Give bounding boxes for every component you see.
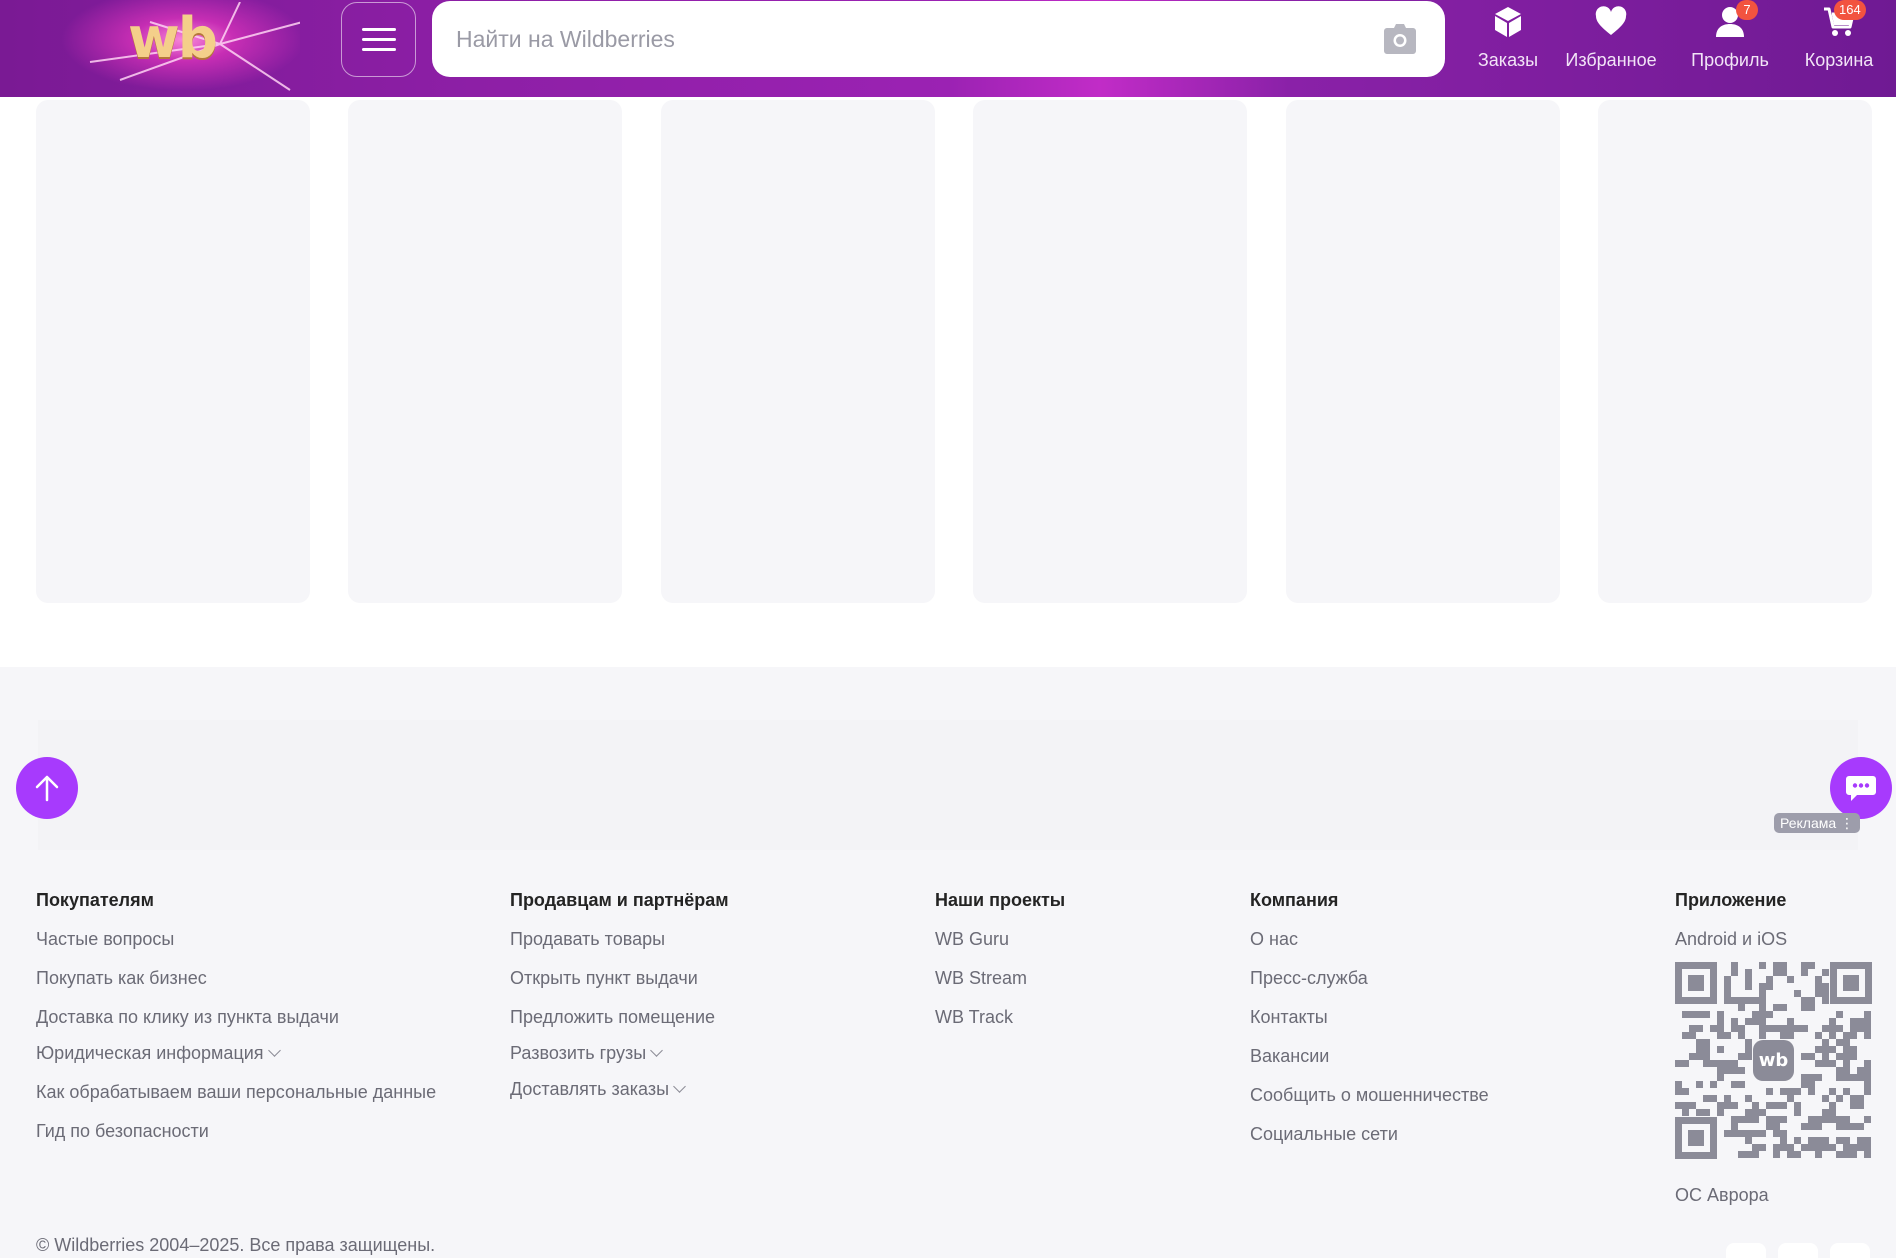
footer-link-label: Доставлять заказы [510,1079,670,1099]
footer-link[interactable]: Доставка по клику из пункта выдачи [36,1005,436,1029]
qr-code[interactable]: wb [1675,962,1872,1159]
search-input[interactable] [456,19,1356,59]
chevron-down-icon [673,1080,686,1093]
product-card-placeholder [661,100,935,603]
footer-link[interactable]: Вакансии [1250,1044,1489,1068]
chat-button[interactable] [1830,757,1892,819]
footer-link[interactable]: WB Stream [935,966,1065,990]
footer-dropdown-link[interactable]: Развозить грузы [510,1041,729,1065]
social-button[interactable] [1726,1243,1766,1258]
ad-label[interactable]: Реклама ⋮ [1774,813,1861,833]
social-button[interactable] [1778,1243,1818,1258]
ad-banner-placeholder [38,720,1858,850]
nav-orders[interactable]: Заказы [1468,6,1548,76]
footer-link[interactable]: WB Track [935,1005,1065,1029]
search-bar [432,1,1445,77]
footer-link[interactable]: Как обрабатываем ваши персональные данны… [36,1080,436,1104]
nav-favorites-label: Избранное [1565,50,1657,70]
app-platforms-link[interactable]: Android и iOS [1675,927,1787,951]
footer-col-title: Компания [1250,890,1339,910]
footer-col-title: Покупателям [36,890,154,910]
profile-badge: 7 [1736,0,1758,20]
social-button[interactable] [1830,1243,1870,1258]
footer-col-title: Продавцам и партнёрам [510,890,729,910]
footer-col-sellers: Продавцам и партнёрам Продавать товары О… [510,888,729,1101]
burger-line [361,28,396,31]
footer-link[interactable]: Покупать как бизнес [36,966,436,990]
nav-cart-label: Корзина [1804,50,1874,70]
footer-link[interactable]: Частые вопросы [36,927,436,951]
scroll-to-top-button[interactable] [16,757,78,819]
wildberries-logo[interactable]: wb [128,4,218,74]
menu-button[interactable] [341,2,416,77]
cart-badge: 164 [1834,0,1866,20]
footer-col-projects: Наши проекты WB Guru WB Stream WB Track [935,888,1065,1029]
footer-link[interactable]: Сообщить о мошенничестве [1250,1083,1489,1107]
footer-link[interactable]: О нас [1250,927,1489,951]
product-card-placeholder [348,100,622,603]
qr-logo: wb [1759,1050,1789,1071]
footer-link-label: Развозить грузы [510,1043,647,1063]
site-header: wb Заказы Избранное 7 Профиль [0,0,1896,97]
footer-link[interactable]: Контакты [1250,1005,1489,1029]
footer-link[interactable]: Продавать товары [510,927,729,951]
camera-icon[interactable] [1383,23,1417,55]
footer-col-company: Компания О нас Пресс-служба Контакты Вак… [1250,888,1489,1146]
footer-link[interactable]: Социальные сети [1250,1122,1489,1146]
burger-line [361,48,396,51]
arrow-up-icon [35,775,59,802]
chevron-down-icon [650,1044,664,1057]
nav-profile-label: Профиль [1691,50,1769,70]
nav-orders-label: Заказы [1477,50,1539,70]
footer-link-label: Юридическая информация [36,1043,264,1063]
footer-col-title: Наши проекты [935,890,1066,910]
nav-cart[interactable]: 164 Корзина [1796,0,1882,76]
burger-line [361,38,396,41]
product-card-placeholder [973,100,1247,603]
box-icon [1495,7,1521,37]
footer-dropdown-link[interactable]: Юридическая информация [36,1041,436,1065]
heart-icon [1595,6,1627,36]
footer-col-title: Приложение [1675,890,1787,910]
product-card-placeholder [1598,100,1872,603]
footer-link[interactable]: WB Guru [935,927,1065,951]
nav-profile[interactable]: 7 Профиль [1686,0,1774,76]
footer-link[interactable]: Открыть пункт выдачи [510,966,729,990]
footer-link[interactable]: Пресс-служба [1250,966,1489,990]
footer-col-app: Приложение Android и iOS [1675,888,1787,951]
footer-col-buyers: Покупателям Частые вопросы Покупать как … [36,888,436,1143]
nav-favorites[interactable]: Избранное [1560,6,1662,76]
footer-dropdown-link[interactable]: Доставлять заказы [510,1077,729,1101]
footer-link[interactable]: Предложить помещение [510,1005,729,1029]
footer-link[interactable]: Гид по безопасности [36,1119,436,1143]
chat-icon [1846,776,1876,801]
aurora-link[interactable]: ОС Аврора [1675,1183,1769,1207]
copyright: © Wildberries 2004–2025. Все права защищ… [36,1235,436,1255]
product-card-placeholder [36,100,310,603]
chevron-down-icon [267,1044,281,1057]
product-card-placeholder [1286,100,1560,603]
